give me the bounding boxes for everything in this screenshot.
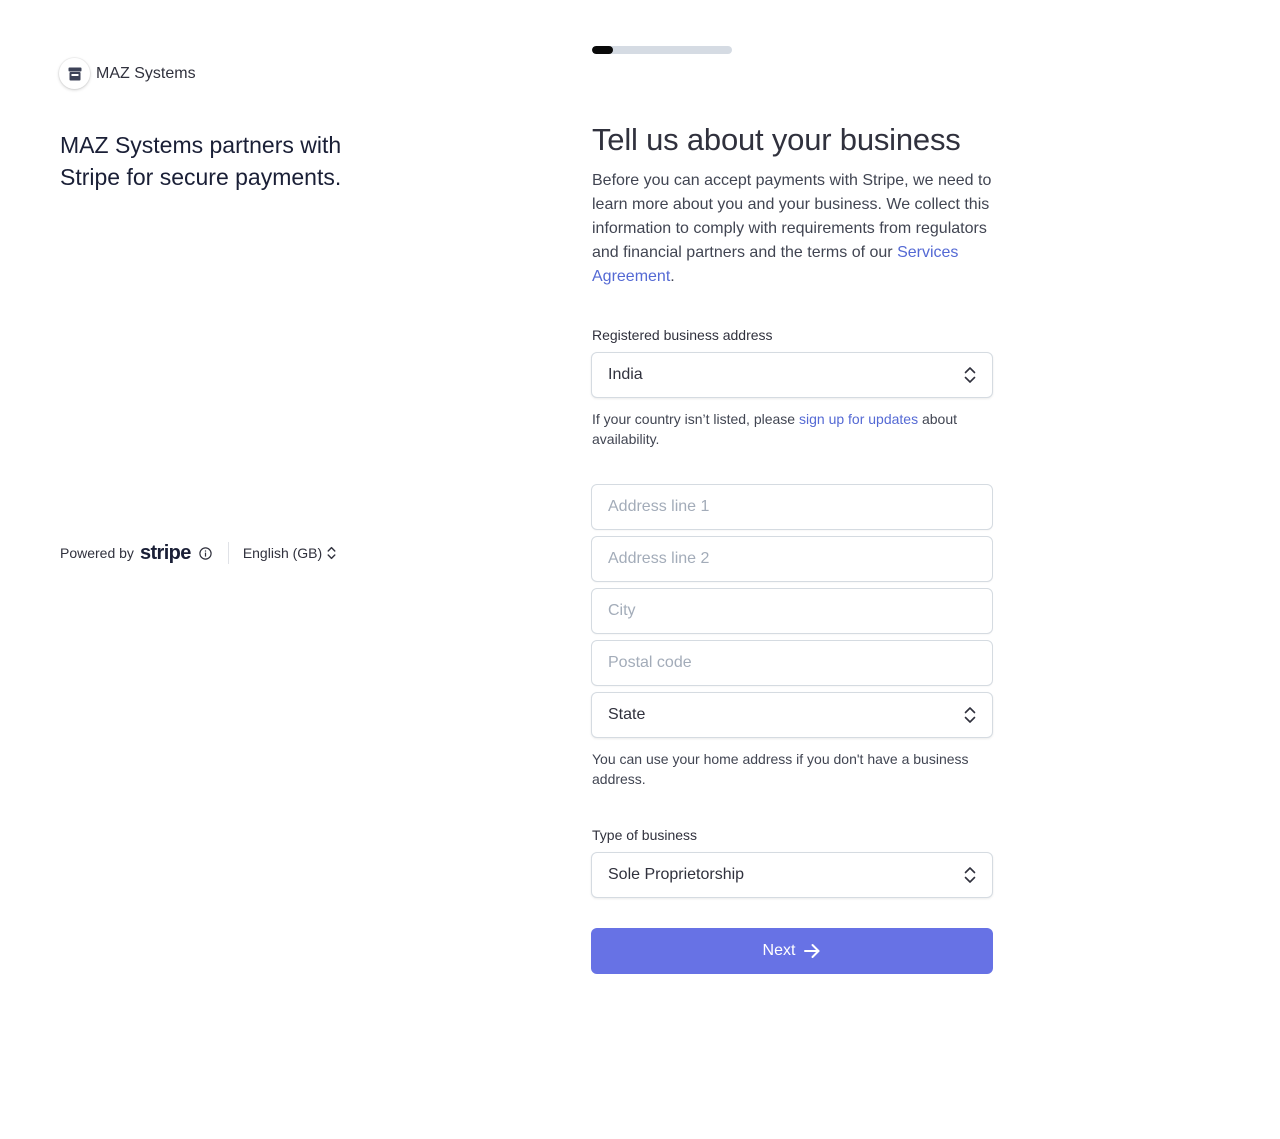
footer: Powered by stripe English (GB) — [60, 541, 336, 565]
country-select[interactable]: India — [591, 352, 993, 398]
arrow-right-icon — [803, 943, 821, 959]
postal-code-input[interactable] — [608, 654, 976, 672]
progress-bar — [592, 46, 732, 54]
country-help: If your country isn’t listed, please sig… — [592, 409, 992, 449]
powered-by-stripe[interactable]: Powered by stripe — [60, 542, 191, 565]
next-button[interactable]: Next — [591, 928, 993, 974]
intro-text: Before you can accept payments with Stri… — [592, 169, 992, 289]
business-type-value: Sole Proprietorship — [608, 866, 745, 883]
city-field[interactable] — [591, 588, 993, 634]
business-type-label: Type of business — [592, 827, 698, 843]
state-value: State — [608, 706, 646, 723]
city-input[interactable] — [608, 602, 976, 620]
chevron-updown-icon — [964, 706, 976, 724]
country-help-text: If your country isn’t listed, please — [592, 411, 799, 427]
sign-up-updates-link[interactable]: sign up for updates — [799, 411, 918, 427]
address-help: You can use your home address if you don… — [592, 751, 969, 787]
language-label: English (GB) — [242, 545, 323, 561]
brand-tagline: MAZ Systems partners with Stripe for sec… — [60, 132, 342, 190]
postal-code-field[interactable] — [591, 640, 993, 686]
progress-fill — [592, 46, 613, 54]
page-title: Tell us about your business — [592, 122, 961, 157]
brand-name: MAZ Systems — [96, 64, 196, 82]
chevron-updown-icon — [964, 366, 976, 384]
address-line2-field[interactable] — [591, 536, 993, 582]
chevron-updown-icon — [327, 546, 336, 560]
chevron-updown-icon — [964, 866, 976, 884]
store-icon — [59, 58, 90, 89]
next-label: Next — [762, 942, 796, 959]
country-value: India — [608, 366, 643, 383]
address-line1-field[interactable] — [591, 484, 993, 530]
address-line1-input[interactable] — [608, 498, 976, 516]
address-label: Registered business address — [592, 327, 773, 343]
powered-by-label: Powered by — [60, 545, 134, 561]
state-select[interactable]: State — [591, 692, 993, 738]
info-icon[interactable] — [199, 546, 212, 560]
address-line2-input[interactable] — [608, 550, 976, 568]
divider — [227, 542, 229, 564]
language-selector[interactable]: English (GB) — [243, 545, 336, 561]
business-type-select[interactable]: Sole Proprietorship — [591, 852, 993, 898]
intro-end: . — [670, 268, 675, 285]
stripe-logo: stripe — [139, 541, 191, 564]
brand-header: MAZ Systems — [59, 58, 196, 89]
